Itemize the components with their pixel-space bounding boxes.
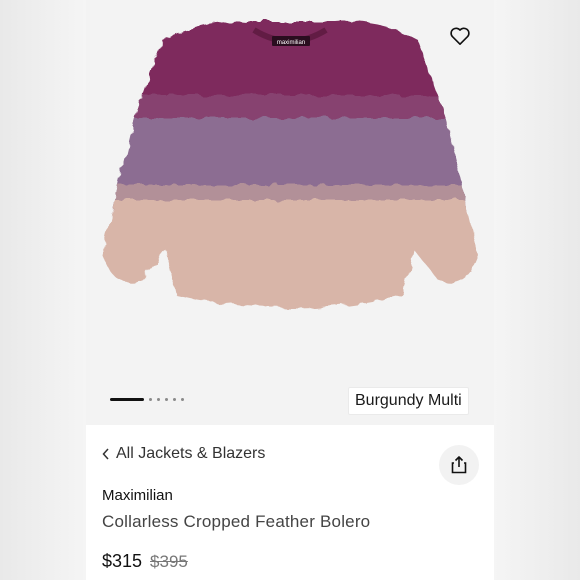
brand-name[interactable]: Maximilian <box>102 487 173 504</box>
product-details-panel: All Jackets & Blazers Maximilian Collarl… <box>86 425 494 580</box>
price-current: $315 <box>102 551 143 571</box>
share-button[interactable] <box>439 445 479 485</box>
wishlist-button[interactable] <box>446 22 474 50</box>
carousel-dot[interactable] <box>165 397 168 401</box>
left-backdrop <box>0 0 86 580</box>
breadcrumb[interactable]: All Jackets & Blazers <box>102 445 265 463</box>
product-image[interactable]: maximilian <box>86 0 494 380</box>
share-icon <box>451 456 467 474</box>
chevron-left-icon <box>102 448 109 460</box>
price-original: $395 <box>150 552 188 571</box>
product-title: Collarless Cropped Feather Bolero <box>102 512 371 531</box>
carousel-dot[interactable] <box>157 397 160 401</box>
carousel-dot[interactable] <box>181 397 184 401</box>
heart-icon <box>450 27 470 45</box>
carousel-indicator[interactable] <box>110 396 184 402</box>
garment-label: maximilian <box>277 40 305 46</box>
carousel-dot[interactable] <box>173 397 176 401</box>
breadcrumb-label[interactable]: All Jackets & Blazers <box>116 445 265 463</box>
carousel-dot[interactable] <box>149 397 152 401</box>
right-backdrop <box>494 0 580 580</box>
color-label: Burgundy Multi <box>348 387 469 415</box>
product-gallery[interactable]: maximilian Burgundy Multi <box>86 0 494 425</box>
carousel-dot-active[interactable] <box>110 397 144 401</box>
price-row: $315 $395 <box>102 551 188 572</box>
